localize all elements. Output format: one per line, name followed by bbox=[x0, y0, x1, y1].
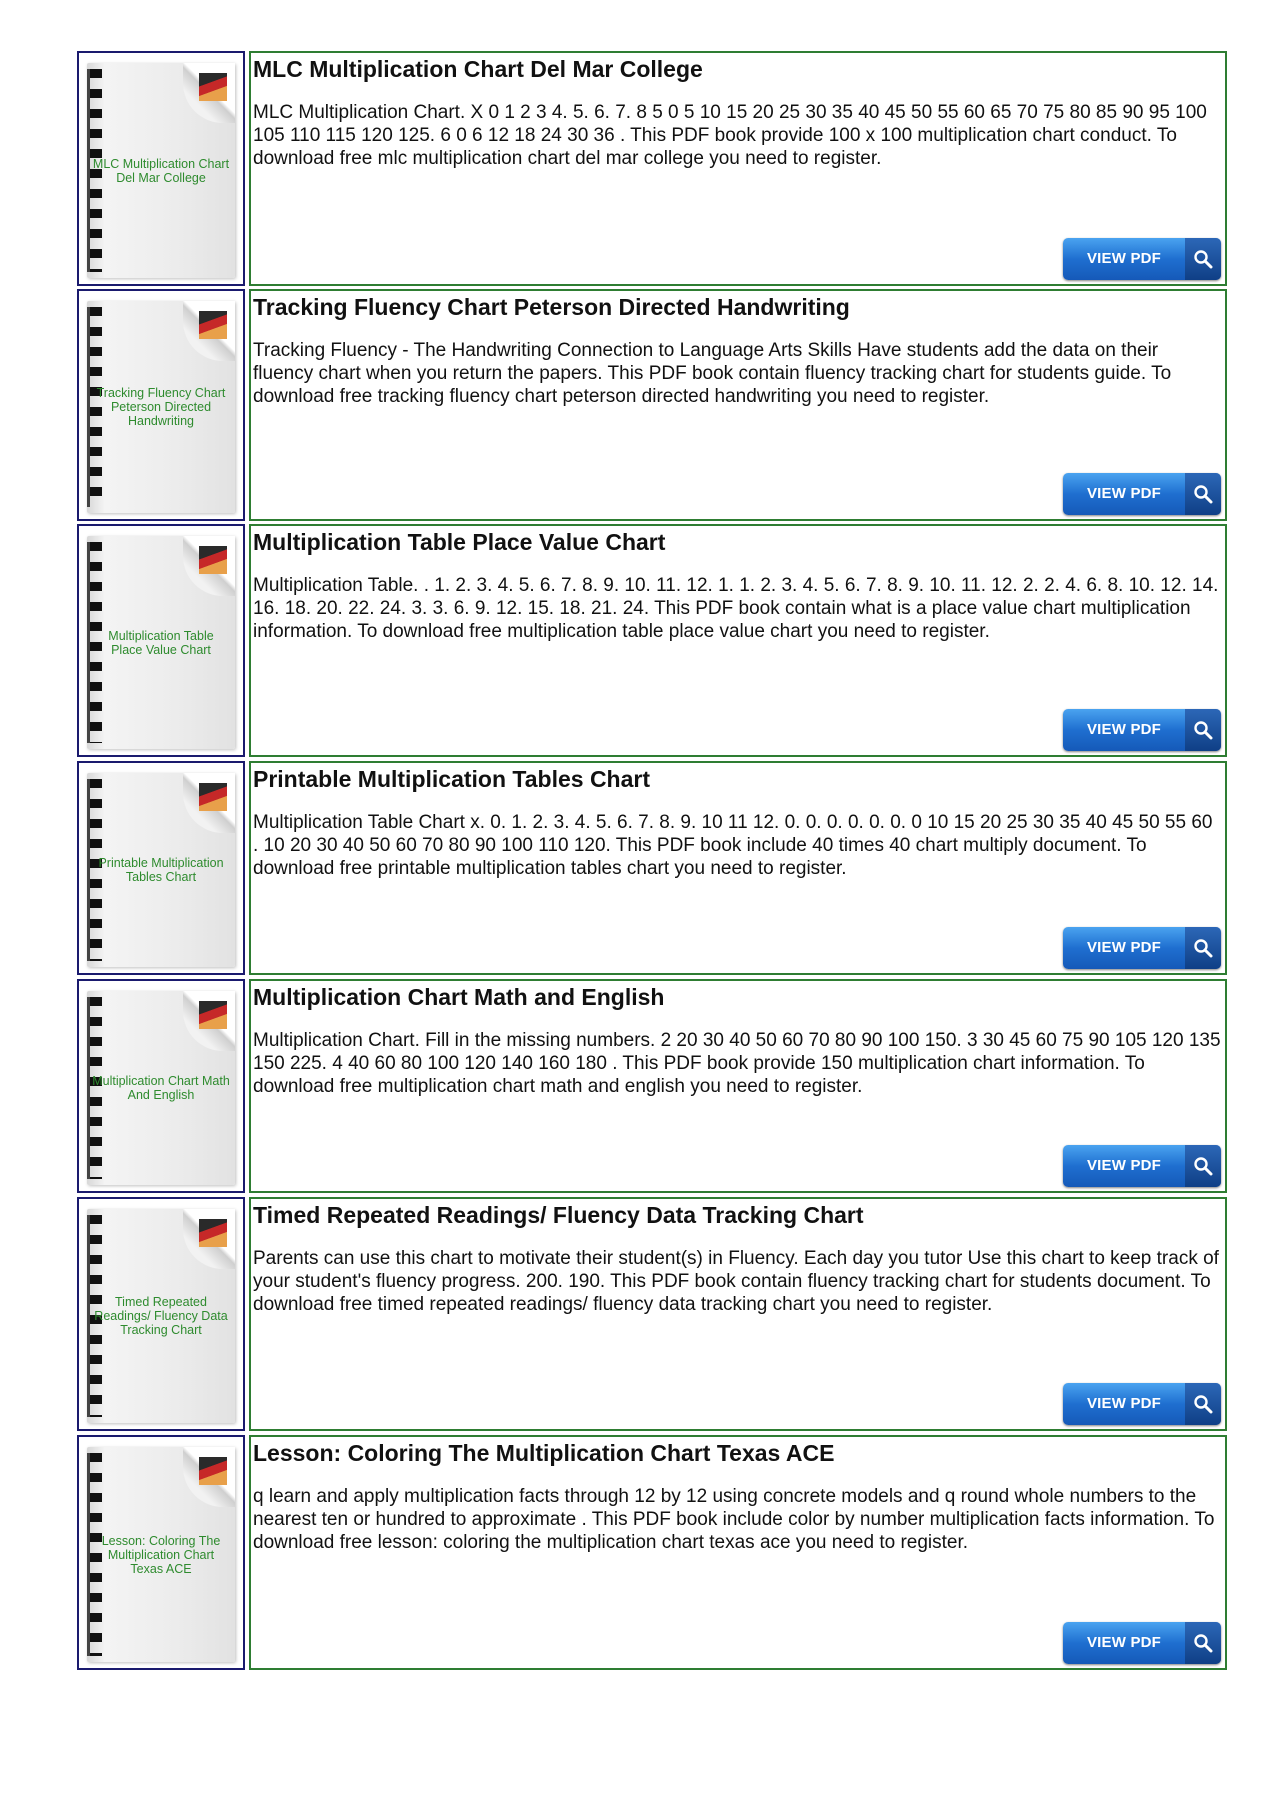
item-description: Parents can use this chart to motivate t… bbox=[253, 1248, 1219, 1315]
item-title: Multiplication Chart Math and English bbox=[253, 984, 665, 1010]
item-content: Printable Multiplication Tables Chart Mu… bbox=[249, 761, 1227, 975]
item-title: MLC Multiplication Chart Del Mar College bbox=[253, 56, 703, 82]
cover-logo-icon bbox=[199, 311, 227, 339]
thumbnail-label: Multiplication Table Place Value Chart bbox=[108, 628, 214, 657]
thumbnail-label: Tracking Fluency Chart Peterson Directed… bbox=[96, 386, 226, 428]
item-title: Multiplication Table Place Value Chart bbox=[253, 529, 666, 555]
view-pdf-label: VIEW PDF bbox=[1086, 1395, 1162, 1412]
item-title: Timed Repeated Readings/ Fluency Data Tr… bbox=[253, 1202, 864, 1228]
document-cover-icon: MLC Multiplication Chart Del Mar College bbox=[87, 63, 235, 278]
pdf-thumbnail[interactable]: Multiplication Table Place Value Chart bbox=[77, 524, 245, 757]
document-cover-icon: Timed Repeated Readings/ Fluency Data Tr… bbox=[87, 1209, 235, 1423]
cover-logo-icon bbox=[199, 1001, 227, 1029]
magnifier-icon bbox=[1185, 238, 1221, 280]
item-description: Multiplication Table. . 1. 2. 3. 4. 5. 6… bbox=[253, 575, 1219, 642]
view-pdf-label: VIEW PDF bbox=[1086, 1634, 1162, 1651]
item-description: q learn and apply multiplication facts t… bbox=[253, 1486, 1215, 1553]
pdf-thumbnail[interactable]: Multiplication Chart Math And English bbox=[77, 979, 245, 1193]
view-pdf-label: VIEW PDF bbox=[1086, 1157, 1162, 1174]
view-pdf-button[interactable]: VIEW PDF bbox=[1063, 1145, 1221, 1187]
thumbnail-label: Multiplication Chart Math And English bbox=[92, 1074, 230, 1102]
cover-logo-icon bbox=[199, 783, 227, 811]
list-item: Multiplication Chart Math And English Mu… bbox=[77, 979, 1227, 1193]
item-content: Timed Repeated Readings/ Fluency Data Tr… bbox=[249, 1197, 1227, 1431]
thumbnail-label: Printable Multiplication Tables Chart bbox=[98, 856, 224, 884]
cover-logo-icon bbox=[199, 73, 227, 101]
item-description: Tracking Fluency - The Handwriting Conne… bbox=[253, 340, 1172, 407]
view-pdf-label: VIEW PDF bbox=[1086, 250, 1162, 267]
item-title: Lesson: Coloring The Multiplication Char… bbox=[253, 1440, 835, 1466]
view-pdf-button[interactable]: VIEW PDF bbox=[1063, 238, 1221, 280]
cover-logo-icon bbox=[199, 546, 227, 574]
cover-logo-icon bbox=[199, 1457, 227, 1485]
thumbnail-label: Timed Repeated Readings/ Fluency Data Tr… bbox=[94, 1295, 228, 1337]
item-description: Multiplication Table Chart x. 0. 1. 2. 3… bbox=[253, 812, 1213, 879]
view-pdf-button[interactable]: VIEW PDF bbox=[1063, 709, 1221, 751]
list-item: Lesson: Coloring The Multiplication Char… bbox=[77, 1435, 1227, 1670]
view-pdf-button[interactable]: VIEW PDF bbox=[1063, 473, 1221, 515]
view-pdf-button[interactable]: VIEW PDF bbox=[1063, 927, 1221, 969]
item-content: Lesson: Coloring The Multiplication Char… bbox=[249, 1435, 1227, 1670]
magnifier-icon bbox=[1185, 709, 1221, 751]
thumbnail-label: Lesson: Coloring The Multiplication Char… bbox=[101, 1533, 221, 1576]
document-cover-icon: Lesson: Coloring The Multiplication Char… bbox=[87, 1447, 235, 1662]
thumbnail-label: MLC Multiplication Chart Del Mar College bbox=[92, 156, 230, 185]
item-title: Tracking Fluency Chart Peterson Directed… bbox=[253, 294, 850, 320]
view-pdf-label: VIEW PDF bbox=[1086, 485, 1162, 502]
magnifier-icon bbox=[1185, 1383, 1221, 1425]
item-content: Multiplication Table Place Value Chart M… bbox=[249, 524, 1227, 757]
view-pdf-label: VIEW PDF bbox=[1086, 721, 1162, 738]
list-item: Multiplication Table Place Value Chart M… bbox=[77, 524, 1227, 757]
item-description: Multiplication Chart. Fill in the missin… bbox=[253, 1030, 1221, 1097]
item-description: MLC Multiplication Chart. X 0 1 2 3 4. 5… bbox=[253, 102, 1207, 169]
view-pdf-button[interactable]: VIEW PDF bbox=[1063, 1622, 1221, 1664]
pdf-thumbnail[interactable]: Tracking Fluency Chart Peterson Directed… bbox=[77, 289, 245, 521]
pdf-thumbnail[interactable]: Printable Multiplication Tables Chart bbox=[77, 761, 245, 975]
pdf-thumbnail[interactable]: Timed Repeated Readings/ Fluency Data Tr… bbox=[77, 1197, 245, 1431]
view-pdf-label: VIEW PDF bbox=[1086, 939, 1162, 956]
view-pdf-button[interactable]: VIEW PDF bbox=[1063, 1383, 1221, 1425]
document-cover-icon: Multiplication Table Place Value Chart bbox=[87, 536, 235, 749]
item-content: Tracking Fluency Chart Peterson Directed… bbox=[249, 289, 1227, 521]
magnifier-icon bbox=[1185, 927, 1221, 969]
item-content: MLC Multiplication Chart Del Mar College… bbox=[249, 51, 1227, 286]
magnifier-icon bbox=[1185, 1145, 1221, 1187]
list-item: Tracking Fluency Chart Peterson Directed… bbox=[77, 289, 1227, 521]
pdf-thumbnail[interactable]: Lesson: Coloring The Multiplication Char… bbox=[77, 1435, 245, 1670]
list-item: MLC Multiplication Chart Del Mar College… bbox=[77, 51, 1227, 286]
document-cover-icon: Tracking Fluency Chart Peterson Directed… bbox=[87, 301, 235, 513]
document-cover-icon: Printable Multiplication Tables Chart bbox=[87, 773, 235, 967]
item-content: Multiplication Chart Math and English Mu… bbox=[249, 979, 1227, 1193]
magnifier-icon bbox=[1185, 1622, 1221, 1664]
pdf-thumbnail[interactable]: MLC Multiplication Chart Del Mar College bbox=[77, 51, 245, 286]
cover-logo-icon bbox=[199, 1219, 227, 1247]
document-cover-icon: Multiplication Chart Math And English bbox=[87, 991, 235, 1185]
list-item: Printable Multiplication Tables Chart Pr… bbox=[77, 761, 1227, 975]
item-title: Printable Multiplication Tables Chart bbox=[253, 766, 651, 792]
magnifier-icon bbox=[1185, 473, 1221, 515]
list-item: Timed Repeated Readings/ Fluency Data Tr… bbox=[77, 1197, 1227, 1431]
